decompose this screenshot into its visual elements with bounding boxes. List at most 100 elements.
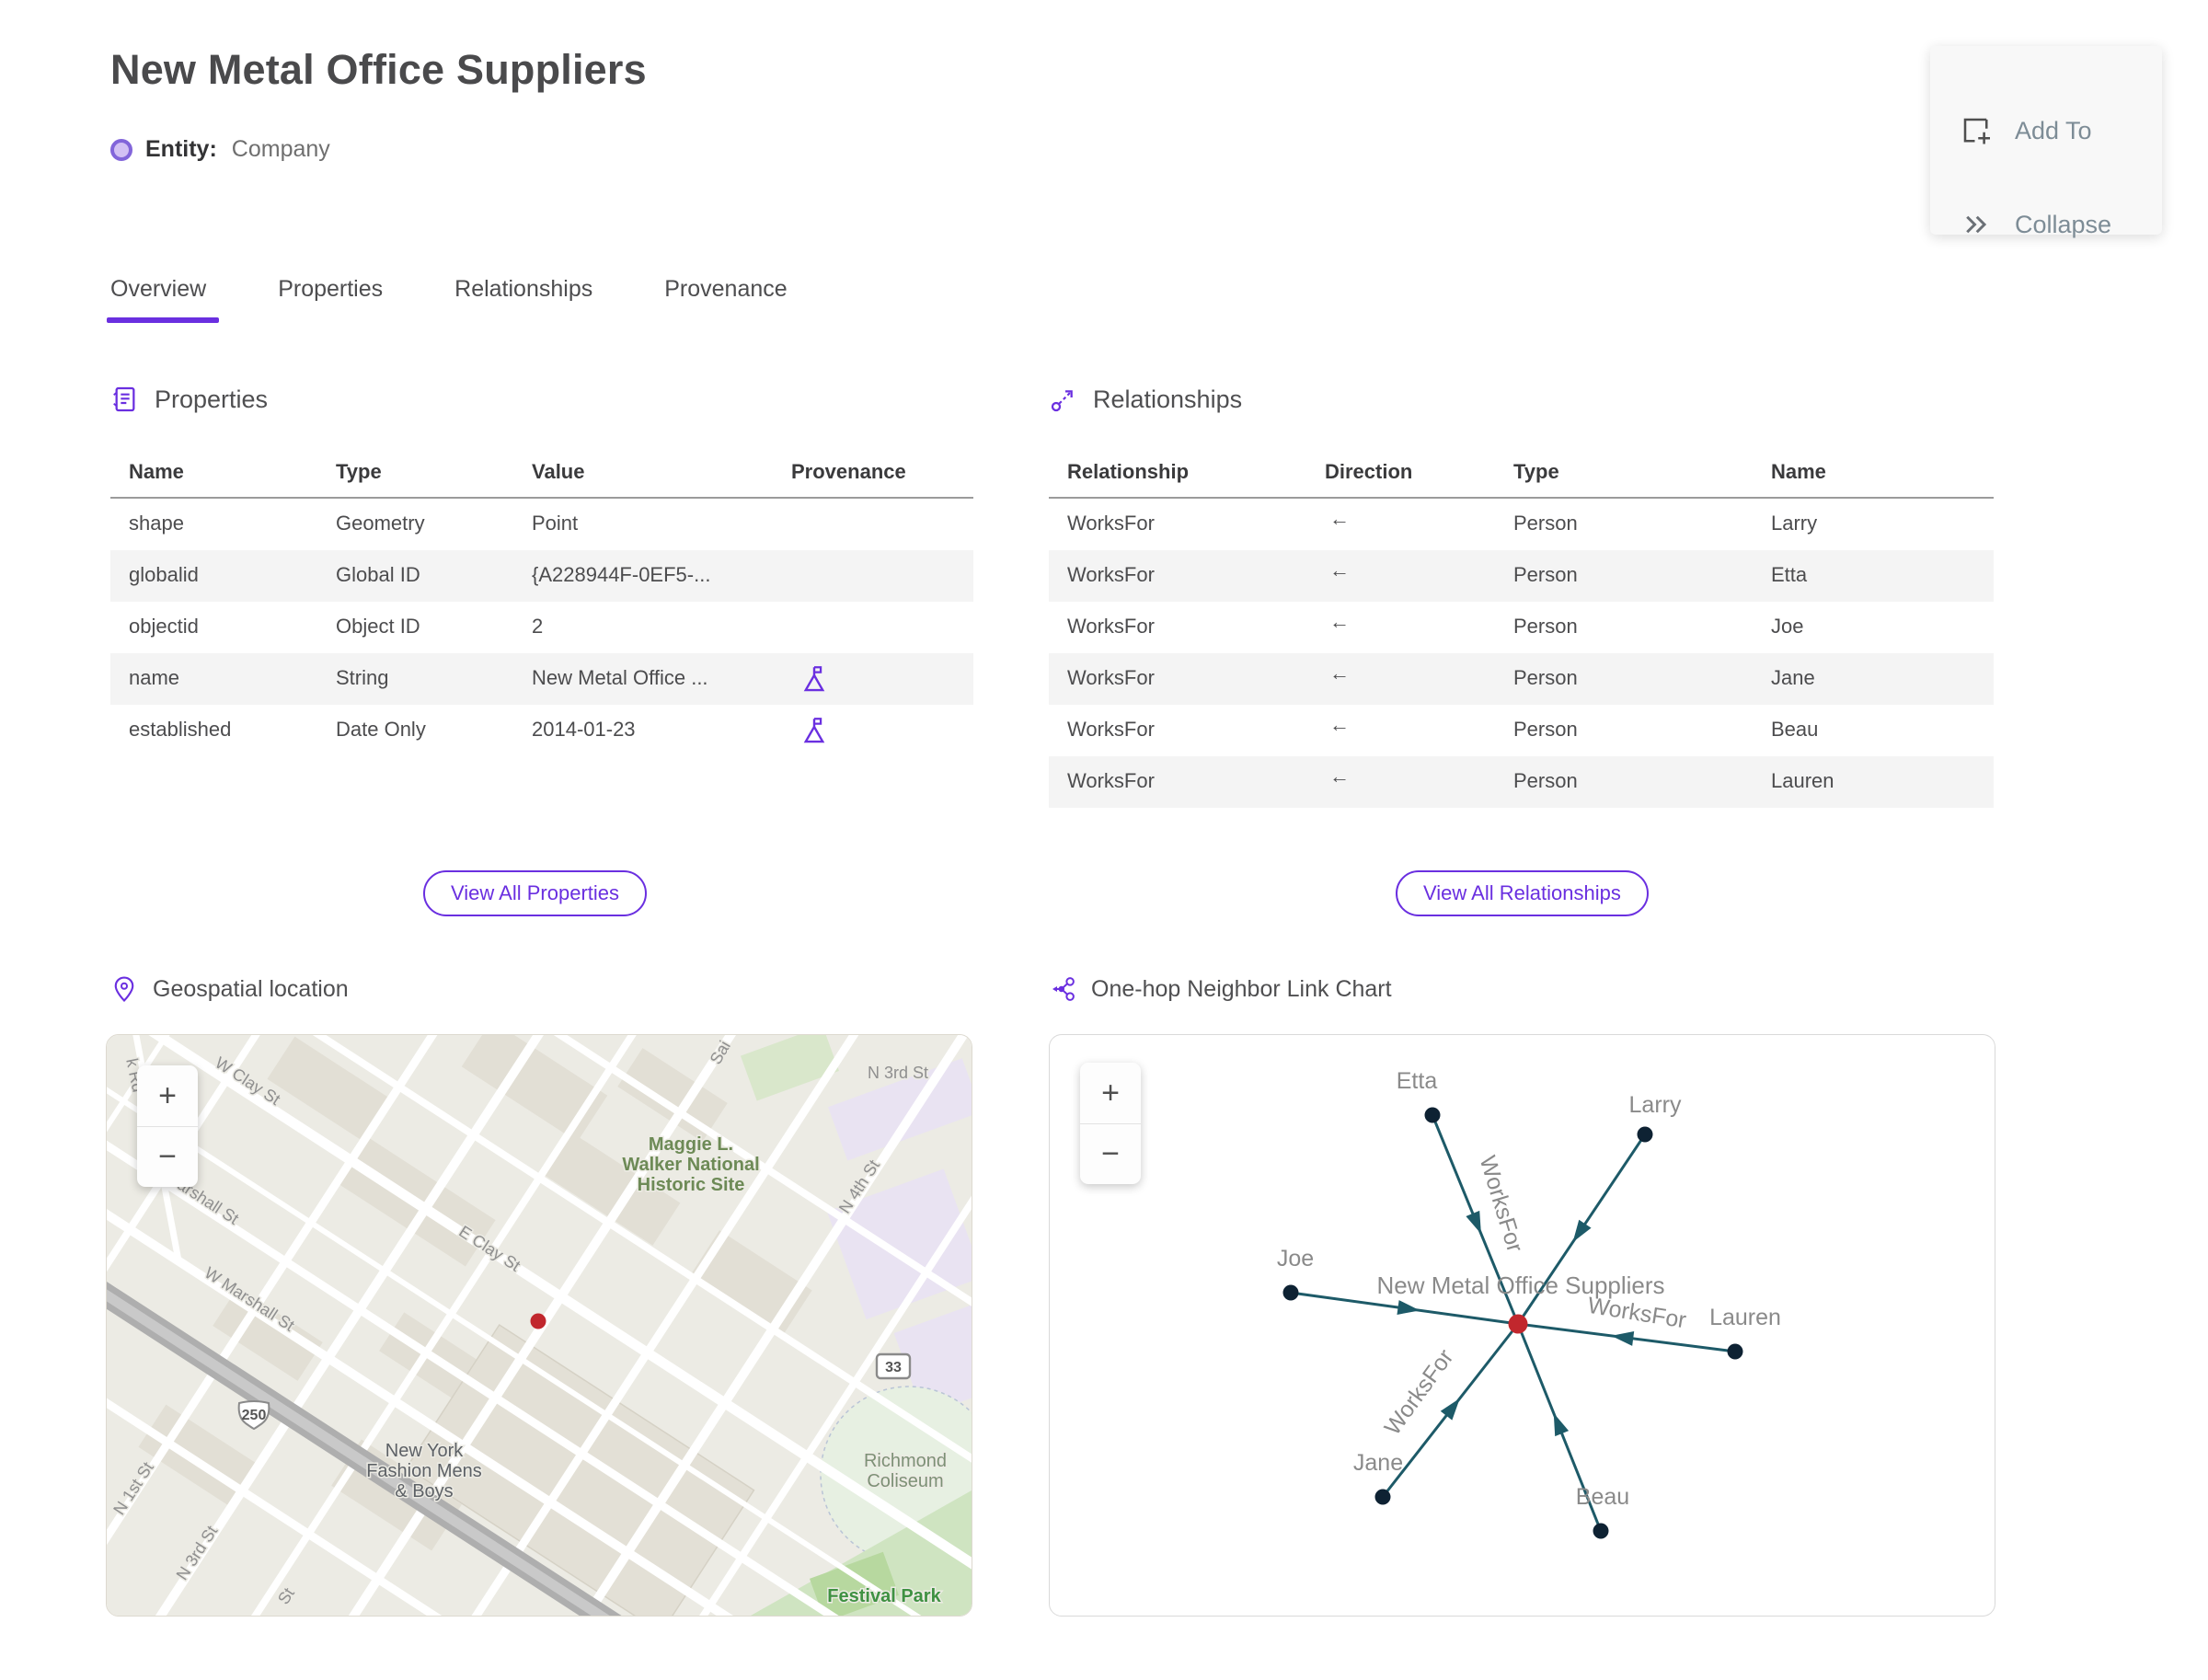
page-title: New Metal Office Suppliers [110, 46, 647, 93]
table-row: WorksFor ← Person Beau [1049, 705, 1994, 756]
link-chart-zoom-out-button[interactable]: − [1080, 1123, 1141, 1184]
link-chart-icon [1052, 977, 1075, 1001]
direction-arrow: ← [1329, 558, 1350, 581]
prop-type: Date Only [336, 718, 426, 741]
rel-type: Person [1513, 718, 1578, 741]
geospatial-map[interactable]: k Rd W Clay St Sai arshall St W Marshall St E… [106, 1034, 972, 1617]
tab-properties[interactable]: Properties [278, 276, 383, 323]
svg-text:250: 250 [242, 1408, 267, 1423]
provenance-flag-icon[interactable] [799, 663, 830, 695]
link-chart-node-larry[interactable] [1637, 1126, 1653, 1143]
link-chart-node-joe[interactable] [1282, 1284, 1299, 1301]
entity-link[interactable]: Larry [1771, 512, 1817, 535]
view-all-properties-button[interactable]: View All Properties [423, 870, 648, 916]
entity-type-value: Company [231, 136, 330, 162]
link-chart-edge-arrow [1397, 1300, 1420, 1315]
properties-icon [113, 386, 135, 412]
col-name: Name [1771, 460, 1826, 483]
col-relationship: Relationship [1067, 460, 1190, 483]
direction-arrow: ← [1329, 662, 1350, 685]
link-chart-center-node[interactable] [1508, 1314, 1528, 1334]
map-route-shield: 33 [875, 1352, 912, 1380]
svg-text:33: 33 [885, 1360, 902, 1375]
properties-table: Name Type Value Provenance shape Geometr… [110, 453, 973, 756]
view-all-relationships-button[interactable]: View All Relationships [1396, 870, 1649, 916]
table-row: shape Geometry Point [110, 499, 973, 550]
direction-arrow: ← [1329, 610, 1350, 633]
relationship-link[interactable]: WorksFor [1067, 718, 1155, 742]
prop-value: Point [532, 512, 579, 535]
geospatial-section-title: Geospatial location [153, 975, 349, 1002]
provenance-flag-icon[interactable] [799, 715, 830, 746]
relationships-section-title: Relationships [1093, 385, 1243, 413]
table-row: globalid Global ID {A228944F-0EF5-... [110, 550, 973, 602]
relationship-link[interactable]: WorksFor [1067, 512, 1155, 535]
tab-relationships[interactable]: Relationships [454, 276, 592, 323]
link-chart-edge-arrow [1440, 1398, 1460, 1421]
link-chart-node-label: Larry [1629, 1092, 1682, 1118]
col-type: Type [336, 460, 382, 483]
map-street-label: N 3rd St [868, 1064, 928, 1082]
link-chart-edge-label: WorksFor [1379, 1344, 1458, 1440]
link-chart-node-label: Jane [1353, 1450, 1403, 1476]
properties-section-title: Properties [155, 385, 269, 413]
rel-type: Person [1513, 666, 1578, 689]
link-chart-node-label: Joe [1277, 1246, 1314, 1272]
map-poi-label: Richmond Coliseum [864, 1451, 947, 1491]
map-poi-label: Festival Park [827, 1586, 941, 1606]
relationship-link[interactable]: WorksFor [1067, 769, 1155, 793]
properties-table-header: Name Type Value Provenance [110, 453, 973, 497]
link-chart-node-etta[interactable] [1424, 1107, 1441, 1123]
link-chart-node-label: Beau [1576, 1484, 1629, 1510]
link-chart-edge-arrow [1553, 1412, 1570, 1437]
map-pin-icon [114, 976, 134, 1003]
map-entity-marker[interactable] [530, 1313, 546, 1329]
prop-type: Object ID [336, 615, 420, 638]
rel-type: Person [1513, 615, 1578, 638]
link-chart-node-beau[interactable] [1593, 1523, 1609, 1539]
link-chart-node-lauren[interactable] [1727, 1343, 1743, 1360]
col-name: Name [129, 460, 184, 483]
map-zoom-out-button[interactable]: − [137, 1126, 198, 1187]
add-to-button[interactable]: Add To [1960, 114, 2092, 147]
collapse-button[interactable]: Collapse [1960, 208, 2111, 241]
tab-provenance[interactable]: Provenance [664, 276, 787, 323]
link-chart-node-jane[interactable] [1374, 1489, 1391, 1505]
entity-badge-icon [110, 138, 132, 161]
link-chart-edge-arrow [1572, 1219, 1592, 1243]
prop-type: Global ID [336, 563, 420, 586]
prop-type: String [336, 666, 389, 689]
tab-bar: Overview Properties Relationships Proven… [106, 276, 788, 323]
add-to-label: Add To [2015, 116, 2092, 144]
relationship-link[interactable]: WorksFor [1067, 563, 1155, 587]
relationships-section-header: Relationships [1049, 385, 1242, 414]
add-to-icon [1963, 118, 1990, 144]
map-zoom-in-button[interactable]: + [137, 1065, 198, 1126]
entity-link[interactable]: Etta [1771, 563, 1807, 587]
entity-link[interactable]: Beau [1771, 718, 1818, 742]
prop-value: {A228944F-0EF5-... [532, 563, 711, 586]
prop-value: 2 [532, 615, 544, 638]
table-row: WorksFor ← Person Etta [1049, 550, 1994, 602]
prop-name: objectid [129, 615, 199, 638]
entity-link[interactable]: Lauren [1771, 769, 1834, 793]
link-chart-node-label: Etta [1397, 1068, 1438, 1094]
relationship-link[interactable]: WorksFor [1067, 615, 1155, 639]
properties-section-header: Properties [110, 385, 268, 414]
table-row: objectid Object ID 2 [110, 602, 973, 653]
relationships-icon [1051, 390, 1073, 412]
relationships-table-header: Relationship Direction Type Name [1049, 453, 1994, 497]
table-row: WorksFor ← Person Jane [1049, 653, 1994, 705]
link-chart-zoom-in-button[interactable]: + [1080, 1063, 1141, 1123]
direction-arrow: ← [1329, 507, 1350, 530]
entity-link[interactable]: Joe [1771, 615, 1803, 639]
relationship-link[interactable]: WorksFor [1067, 666, 1155, 690]
tab-overview[interactable]: Overview [106, 276, 220, 323]
link-chart-section-header: One-hop Neighbor Link Chart [1049, 975, 1392, 1003]
rel-type: Person [1513, 563, 1578, 586]
one-hop-link-chart[interactable]: WorksFor WorksFor WorksFor Etta Larry Joe Laur… [1049, 1034, 1995, 1617]
rel-type: Person [1513, 769, 1578, 792]
table-row: established Date Only 2014-01-23 [110, 705, 973, 756]
entity-link[interactable]: Jane [1771, 666, 1815, 690]
table-row: WorksFor ← Person Joe [1049, 602, 1994, 653]
